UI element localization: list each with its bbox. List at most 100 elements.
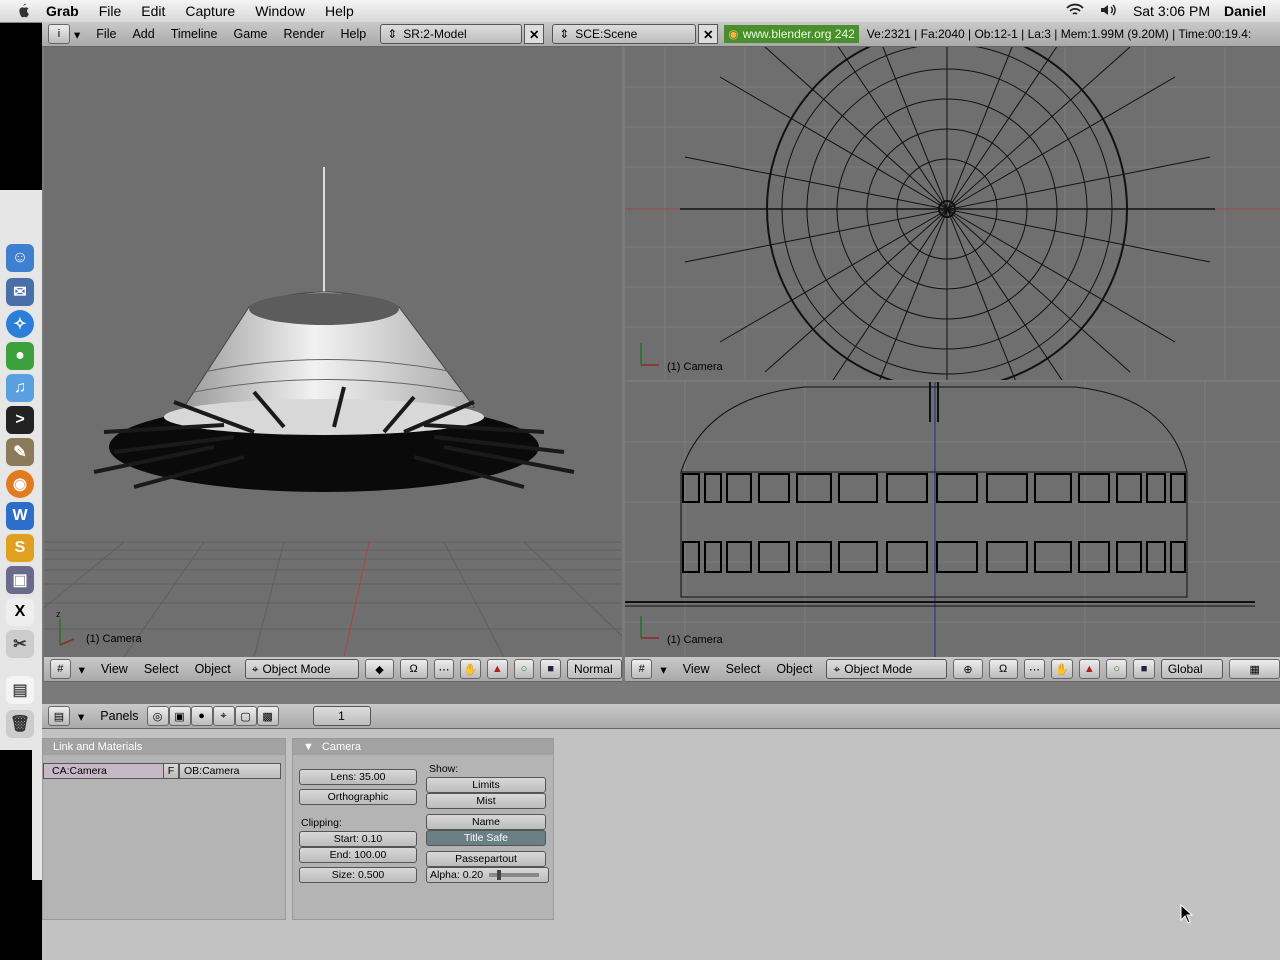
name-toggle[interactable]: Name bbox=[426, 814, 546, 830]
transform-orientation-select[interactable]: Global bbox=[1160, 659, 1224, 679]
object-context-icon[interactable]: ⌖ bbox=[212, 706, 235, 726]
object-name-field[interactable]: OB:Camera bbox=[179, 763, 281, 779]
wifi-icon[interactable] bbox=[1065, 3, 1085, 20]
menu-select[interactable]: Select bbox=[144, 662, 179, 676]
word-icon[interactable]: W bbox=[6, 502, 34, 530]
mode-select[interactable]: ⌖ Object Mode bbox=[826, 659, 948, 679]
safari-icon[interactable]: ✧ bbox=[6, 310, 34, 338]
clip-end-field[interactable]: End: 100.00 bbox=[299, 847, 417, 863]
volume-icon[interactable] bbox=[1099, 3, 1119, 20]
current-frame-field[interactable]: 1 bbox=[312, 706, 371, 726]
size-field[interactable]: Size: 0.500 bbox=[299, 867, 417, 883]
scale-icon[interactable]: ■ bbox=[540, 659, 561, 679]
scene-context-icon[interactable]: ▩ bbox=[256, 706, 279, 726]
passepartout-toggle[interactable]: Passepartout bbox=[426, 851, 546, 867]
logic-context-icon[interactable]: ◎ bbox=[146, 706, 169, 726]
alpha-slider[interactable]: Alpha: 0.20 bbox=[426, 867, 549, 883]
mode-select[interactable]: ⌖ Object Mode bbox=[244, 659, 360, 679]
pivot-select-icon[interactable]: Ω bbox=[399, 659, 428, 679]
menu-render[interactable]: Render bbox=[284, 27, 325, 41]
menu-view[interactable]: View bbox=[101, 662, 128, 676]
layer-toggle-icon[interactable]: ⋯ bbox=[433, 659, 455, 679]
menu-window[interactable]: Window bbox=[255, 3, 305, 19]
translate-icon[interactable]: ▲ bbox=[487, 659, 508, 679]
window-type-3d-icon[interactable]: # bbox=[631, 659, 653, 679]
messenger-icon[interactable]: ● bbox=[6, 342, 34, 370]
x11-icon[interactable]: X bbox=[6, 598, 34, 626]
terminal-icon[interactable]: > bbox=[6, 406, 34, 434]
limits-toggle[interactable]: Limits bbox=[426, 777, 546, 793]
menu-help[interactable]: Help bbox=[325, 3, 354, 19]
collapse-arrow-icon[interactable]: ▾ bbox=[78, 709, 84, 724]
menu-object[interactable]: Object bbox=[195, 662, 231, 676]
apple-icon[interactable] bbox=[14, 2, 32, 20]
mail-icon[interactable]: ✉ bbox=[6, 278, 34, 306]
transform-orientation-select[interactable]: Normal bbox=[566, 659, 622, 679]
lens-field[interactable]: Lens: 35.00 bbox=[299, 769, 417, 785]
viewport-3d-top[interactable]: (1) Camera bbox=[625, 47, 1280, 380]
collapse-arrow-icon[interactable]: ▾ bbox=[74, 27, 80, 42]
trash-icon[interactable]: 🗑 bbox=[6, 710, 34, 738]
gimp-icon[interactable]: ✎ bbox=[6, 438, 34, 466]
hand-icon[interactable]: ✋ bbox=[1051, 659, 1073, 679]
viewport-3d-front[interactable]: (1) Camera bbox=[625, 382, 1280, 657]
mist-toggle[interactable]: Mist bbox=[426, 793, 546, 809]
layer-toggle-icon[interactable]: ⋯ bbox=[1023, 659, 1046, 679]
orthographic-toggle[interactable]: Orthographic bbox=[299, 789, 417, 805]
rotate-icon[interactable]: ○ bbox=[513, 659, 535, 679]
translate-icon[interactable]: ▲ bbox=[1078, 659, 1100, 679]
clip-start-field[interactable]: Start: 0.10 bbox=[299, 831, 417, 847]
title-safe-toggle[interactable]: Title Safe bbox=[426, 830, 546, 846]
collapse-arrow-icon[interactable]: ▾ bbox=[79, 662, 85, 677]
panel-title[interactable]: Link and Materials bbox=[43, 739, 285, 755]
shading-select-icon[interactable]: ◆ bbox=[365, 659, 394, 679]
editing-context-icon[interactable]: ▢ bbox=[234, 706, 257, 726]
website-link[interactable]: ◉ www.blender.org 242 bbox=[724, 25, 859, 43]
viewport-3d-perspective[interactable]: z (1) Camera bbox=[44, 47, 622, 657]
finder-icon[interactable]: ☺ bbox=[6, 244, 34, 272]
blender-icon[interactable]: ◉ bbox=[6, 470, 34, 498]
menu-edit[interactable]: Edit bbox=[141, 3, 165, 19]
menu-view[interactable]: View bbox=[683, 662, 710, 676]
pivot-select-icon[interactable]: Ω bbox=[988, 659, 1018, 679]
close-scene-button[interactable]: ✕ bbox=[698, 24, 719, 44]
menu-file[interactable]: File bbox=[99, 3, 122, 19]
menu-game[interactable]: Game bbox=[233, 27, 267, 41]
shading-select-icon[interactable]: ⊕ bbox=[953, 659, 983, 679]
app-s-icon[interactable]: S bbox=[6, 534, 34, 562]
preview-icon[interactable]: ▣ bbox=[6, 566, 34, 594]
script-context-icon[interactable]: ▣ bbox=[168, 706, 191, 726]
menu-app-grab[interactable]: Grab bbox=[46, 3, 79, 19]
slider-handle[interactable] bbox=[497, 870, 502, 880]
scene-select-field[interactable]: ⇕ SCE:Scene bbox=[552, 24, 697, 44]
layer-buttons[interactable]: ▦ bbox=[1229, 659, 1280, 679]
utilities-icon[interactable]: ✂ bbox=[6, 630, 34, 658]
collapse-triangle-icon[interactable]: ▼ bbox=[303, 741, 314, 753]
menu-timeline[interactable]: Timeline bbox=[171, 27, 218, 41]
info-window-type-icon[interactable]: i bbox=[48, 24, 70, 44]
window-type-3d-icon[interactable]: # bbox=[50, 659, 71, 679]
menu-object[interactable]: Object bbox=[776, 662, 812, 676]
menu-help[interactable]: Help bbox=[341, 27, 367, 41]
fake-user-button[interactable]: F bbox=[163, 763, 179, 779]
clock[interactable]: Sat 3:06 PM bbox=[1133, 3, 1210, 19]
user-name[interactable]: Daniel bbox=[1224, 3, 1266, 19]
menu-select[interactable]: Select bbox=[726, 662, 761, 676]
shading-context-icon[interactable]: ● bbox=[190, 706, 213, 726]
document-icon[interactable]: ▤ bbox=[6, 676, 34, 704]
scale-icon[interactable]: ■ bbox=[1133, 659, 1155, 679]
collapse-arrow-icon[interactable]: ▾ bbox=[660, 662, 666, 677]
menu-add[interactable]: Add bbox=[132, 27, 154, 41]
hand-icon[interactable]: ✋ bbox=[460, 659, 481, 679]
close-screen-button[interactable]: ✕ bbox=[524, 24, 545, 44]
itunes-icon[interactable]: ♫ bbox=[6, 374, 34, 402]
menu-file[interactable]: File bbox=[96, 27, 116, 41]
menu-capture[interactable]: Capture bbox=[185, 3, 235, 19]
screen-select-field[interactable]: ⇕ SR:2-Model bbox=[380, 24, 523, 44]
blender-logo-icon: ◉ bbox=[728, 27, 739, 41]
panel-title[interactable]: ▼ Camera bbox=[293, 739, 553, 755]
window-type-buttons-icon[interactable]: ▤ bbox=[48, 706, 70, 726]
camera-datablock-field[interactable]: CA:Camera bbox=[43, 763, 171, 779]
rotate-icon[interactable]: ○ bbox=[1106, 659, 1128, 679]
info-header: i ▾ File Add Timeline Game Render Help ⇕… bbox=[42, 22, 1280, 47]
